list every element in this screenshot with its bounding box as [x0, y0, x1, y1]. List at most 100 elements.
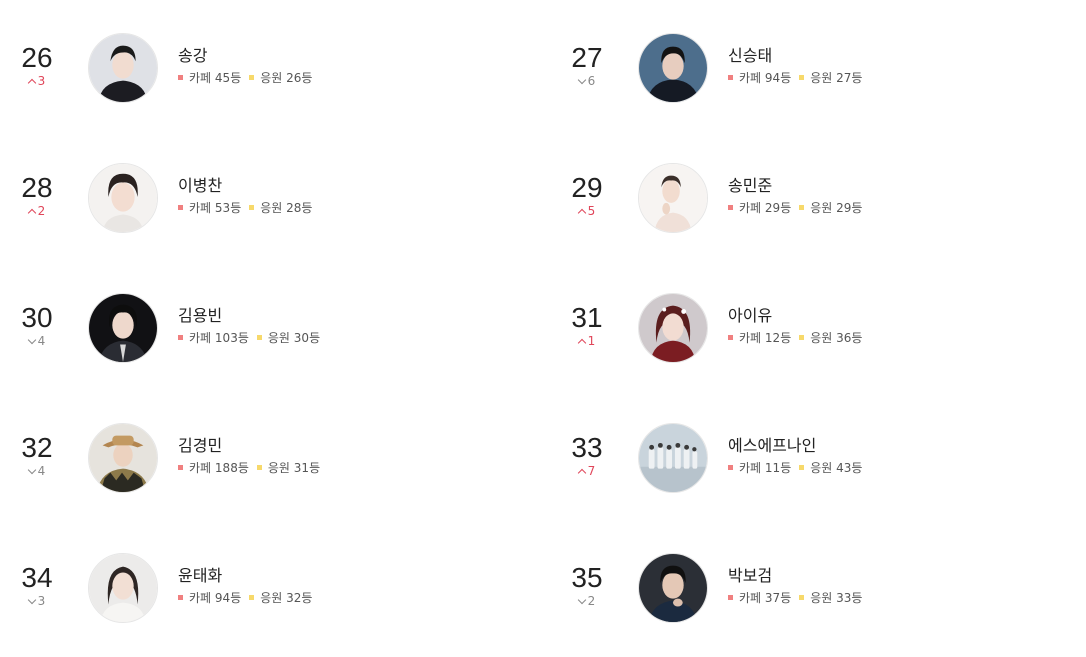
- rank-number: 31: [571, 302, 603, 333]
- rank-change-down: 6: [570, 74, 604, 88]
- support-rank: 29등: [836, 201, 863, 215]
- ranking-entry[interactable]: 32 4 김경민 카페 188등 응원 31등: [20, 423, 500, 503]
- cafe-rank: 29등: [764, 201, 792, 215]
- entry-info: 송강 카페 45등 응원 26등: [178, 46, 312, 86]
- ranking-entry[interactable]: 27 6 신승태 카페 94등 응원 27등: [570, 33, 1050, 113]
- artist-name[interactable]: 박보검: [728, 566, 862, 586]
- stats-line: 카페 53등 응원 28등: [178, 200, 312, 216]
- artist-name[interactable]: 윤태화: [178, 566, 312, 586]
- rank-change-value: 4: [37, 464, 46, 478]
- avatar[interactable]: [88, 423, 158, 493]
- support-marker-icon: [799, 595, 805, 600]
- support-label: 응원: [810, 331, 833, 345]
- artist-name[interactable]: 김경민: [178, 436, 320, 456]
- rank-change-value: 5: [587, 204, 596, 218]
- rank-change-value: 4: [37, 334, 46, 348]
- support-marker-icon: [256, 465, 262, 470]
- ranking-entry[interactable]: 28 2 이병찬 카페 53등 응원 28등: [20, 163, 500, 243]
- rank-block: 35 2: [570, 563, 604, 609]
- ranking-entry[interactable]: 31 1 아이유 카페 12등 응원 36등: [570, 293, 1050, 373]
- support-rank: 26등: [286, 71, 313, 85]
- entry-info: 박보검 카페 37등 응원 33등: [728, 566, 862, 606]
- entry-info: 아이유 카페 12등 응원 36등: [728, 306, 862, 346]
- support-rank: 30등: [293, 331, 321, 345]
- cafe-label: 카페: [189, 331, 212, 345]
- cafe-rank: 94등: [764, 71, 792, 85]
- stats-line: 카페 11등 응원 43등: [728, 460, 862, 476]
- stats-line: 카페 12등 응원 36등: [728, 330, 862, 346]
- artist-name[interactable]: 송강: [178, 46, 312, 66]
- rank-number: 32: [21, 432, 53, 463]
- artist-name[interactable]: 송민준: [728, 176, 862, 196]
- stats-line: 카페 37등 응원 33등: [728, 590, 862, 606]
- ranking-entry[interactable]: 33 7 에스에프나인 카페 11등 응원 43등: [570, 423, 1050, 503]
- stats-line: 카페 188등 응원 31등: [178, 460, 320, 476]
- cafe-marker-icon: [728, 335, 733, 340]
- rank-change-up: 7: [570, 464, 604, 478]
- rank-change-value: 2: [587, 594, 596, 608]
- cafe-rank: 12등: [764, 331, 792, 345]
- cafe-marker-icon: [178, 75, 183, 80]
- avatar[interactable]: [88, 293, 158, 363]
- support-marker-icon: [249, 205, 255, 210]
- support-rank: 33등: [836, 591, 863, 605]
- ranking-entry[interactable]: 35 2 박보검 카페 37등 응원 33등: [570, 553, 1050, 633]
- cafe-marker-icon: [178, 205, 183, 210]
- cafe-rank: 188등: [214, 461, 249, 475]
- rank-change-down: 4: [20, 334, 54, 348]
- chevron-down-icon: [27, 335, 36, 345]
- chevron-down-icon: [577, 75, 586, 85]
- rank-change-up: 5: [570, 204, 604, 218]
- rank-number: 30: [21, 302, 53, 333]
- avatar[interactable]: [638, 423, 708, 493]
- stats-line: 카페 103등 응원 30등: [178, 330, 320, 346]
- cafe-rank: 37등: [764, 591, 792, 605]
- avatar[interactable]: [638, 553, 708, 623]
- ranking-entry[interactable]: 29 5 송민준 카페 29등 응원 29등: [570, 163, 1050, 243]
- avatar[interactable]: [88, 33, 158, 103]
- avatar[interactable]: [638, 33, 708, 103]
- rank-block: 28 2: [20, 173, 54, 219]
- support-label: 응원: [260, 591, 283, 605]
- support-rank: 27등: [836, 71, 863, 85]
- support-marker-icon: [799, 75, 805, 80]
- rank-block: 31 1: [570, 302, 604, 349]
- cafe-marker-icon: [728, 205, 733, 210]
- support-marker-icon: [249, 75, 255, 80]
- rank-number: 29: [571, 172, 603, 203]
- stats-line: 카페 94등 응원 27등: [728, 70, 862, 86]
- rank-block: 27 6: [570, 43, 604, 89]
- chevron-up-icon: [27, 208, 36, 218]
- artist-name[interactable]: 에스에프나인: [728, 436, 862, 456]
- artist-name[interactable]: 아이유: [728, 306, 862, 326]
- entry-info: 에스에프나인 카페 11등 응원 43등: [728, 436, 862, 476]
- rank-block: 30 4: [20, 302, 54, 349]
- rank-change-down: 2: [570, 594, 604, 608]
- chevron-up-icon: [577, 208, 586, 218]
- entry-info: 김용빈 카페 103등 응원 30등: [178, 306, 320, 346]
- rank-change-up: 2: [20, 204, 54, 218]
- support-label: 응원: [260, 201, 283, 215]
- ranking-entry[interactable]: 26 3 송강 카페 45등 응원 26등: [20, 33, 500, 113]
- cafe-label: 카페: [739, 331, 762, 345]
- support-rank: 28등: [286, 201, 313, 215]
- artist-name[interactable]: 이병찬: [178, 176, 312, 196]
- avatar[interactable]: [88, 553, 158, 623]
- artist-name[interactable]: 신승태: [728, 46, 862, 66]
- support-label: 응원: [810, 461, 833, 475]
- support-marker-icon: [256, 335, 262, 340]
- ranking-entry[interactable]: 30 4 김용빈 카페 103등 응원 30등: [20, 293, 500, 373]
- avatar[interactable]: [638, 293, 708, 363]
- artist-name[interactable]: 김용빈: [178, 306, 320, 326]
- entry-info: 윤태화 카페 94등 응원 32등: [178, 566, 312, 606]
- ranking-entry[interactable]: 34 3 윤태화 카페 94등 응원 32등: [20, 553, 500, 633]
- rank-change-up: 3: [20, 74, 54, 88]
- support-label: 응원: [267, 331, 290, 345]
- cafe-label: 카페: [739, 461, 762, 475]
- support-rank: 32등: [286, 591, 313, 605]
- avatar[interactable]: [88, 163, 158, 233]
- entry-info: 송민준 카페 29등 응원 29등: [728, 176, 862, 216]
- avatar[interactable]: [638, 163, 708, 233]
- chevron-up-icon: [27, 78, 36, 88]
- rank-number: 33: [571, 432, 603, 463]
